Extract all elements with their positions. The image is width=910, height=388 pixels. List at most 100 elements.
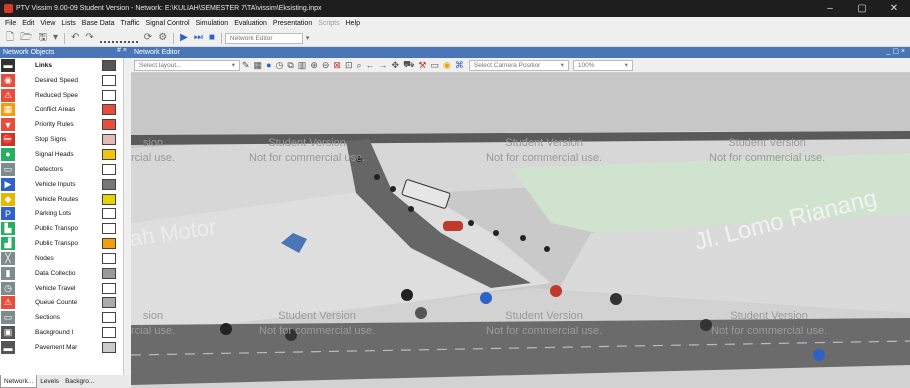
dropdown-arrow-icon[interactable]: ▾	[306, 35, 310, 42]
camera-position-select[interactable]: Select Camera Positior ▾	[468, 59, 569, 71]
menu-view[interactable]: View	[37, 20, 58, 27]
simulation-speed-slider[interactable]	[99, 34, 138, 43]
open-window-dropdown[interactable]: Network Editor	[224, 32, 303, 44]
network-object-row[interactable]: ◷ Vehicle Travel	[0, 281, 123, 296]
tab-levels[interactable]: Levels	[37, 375, 62, 388]
redo-icon[interactable]: ↷	[85, 33, 93, 43]
back-arrow-icon[interactable]: ←	[366, 60, 375, 70]
visibility-toggle[interactable]	[102, 193, 116, 205]
screenshot-icon[interactable]: ▭	[431, 60, 440, 71]
zoom-all-icon[interactable]: ⊡	[345, 60, 353, 71]
visibility-toggle[interactable]	[102, 223, 116, 235]
menu-scripts[interactable]: Scripts	[315, 20, 342, 27]
grid-icon[interactable]: ▦	[254, 60, 263, 71]
visibility-toggle[interactable]	[102, 59, 116, 71]
network-object-row[interactable]: ⚠ Queue Counte	[0, 296, 123, 311]
rotate-icon[interactable]: ◷	[276, 60, 284, 71]
layout-select[interactable]: Select layout... ▾	[134, 59, 240, 71]
undo-icon[interactable]: ↶	[71, 33, 79, 43]
forward-arrow-icon[interactable]: →	[379, 60, 388, 70]
visibility-toggle[interactable]	[102, 297, 116, 309]
close-button[interactable]: ✕	[878, 0, 910, 17]
network-object-row[interactable]: ▙ Public Transpo	[0, 221, 123, 236]
visibility-toggle[interactable]	[102, 282, 116, 294]
play-icon[interactable]: ▶	[180, 33, 188, 43]
network-object-row[interactable]: ⛔ Stop Signs	[0, 132, 123, 147]
network-object-row[interactable]: ▣ Background I	[0, 325, 123, 340]
network-object-row[interactable]: ▼ Priority Rules	[0, 117, 123, 132]
menu-base-data[interactable]: Base Data	[79, 20, 118, 27]
network-object-row[interactable]: ▦ Conflict Areas	[0, 103, 123, 118]
visibility-toggle[interactable]	[102, 148, 116, 160]
open-file-icon[interactable]: 🗁	[20, 33, 32, 43]
menu-lists[interactable]: Lists	[58, 20, 78, 27]
network-object-row[interactable]: ▟ Public Transpo	[0, 236, 123, 251]
step-icon[interactable]: ⏭	[194, 33, 203, 43]
panel-pin-close-icon[interactable]: # ×	[117, 47, 127, 54]
settings-gear-icon[interactable]: ⚙	[158, 33, 167, 43]
title-bar: PTV Vissim 9.00-09 Student Version - Net…	[0, 0, 910, 17]
visibility-toggle[interactable]	[102, 252, 116, 264]
visibility-toggle[interactable]	[102, 134, 116, 146]
menu-evaluation[interactable]: Evaluation	[231, 20, 270, 27]
visibility-toggle[interactable]	[102, 312, 116, 324]
stop-icon[interactable]: ■	[209, 33, 215, 43]
menu-simulation[interactable]: Simulation	[193, 20, 232, 27]
zoom-out-icon[interactable]: ⊖	[322, 60, 330, 71]
network-canvas-3d[interactable]: Jl. Lomo Rianang ah Motor sion rcial use.…	[131, 73, 910, 388]
new-file-icon[interactable]: 🗋	[6, 33, 14, 43]
zoom-window-icon[interactable]: ⊠	[333, 60, 341, 71]
network-object-row[interactable]: ╳ Nodes	[0, 251, 123, 266]
visibility-toggle[interactable]	[102, 327, 116, 339]
save-icon[interactable]: 🖫	[38, 33, 47, 43]
visibility-toggle[interactable]	[102, 119, 116, 131]
network-object-row[interactable]: P Parking Lots	[0, 207, 123, 222]
minimize-button[interactable]: –	[814, 0, 846, 17]
network-object-label: Parking Lots	[35, 210, 72, 218]
network-object-row[interactable]: ◉ Desired Speed	[0, 73, 123, 88]
visibility-toggle[interactable]	[102, 74, 116, 86]
network-object-row[interactable]: ▬ Pavement Mar	[0, 340, 123, 355]
3d-mode-icon[interactable]: ●	[266, 60, 271, 70]
tools-icon[interactable]: ⚒	[418, 60, 426, 71]
network-object-row[interactable]: ● Signal Heads	[0, 147, 123, 162]
camera-position-icon[interactable]: ⌘	[455, 60, 464, 71]
visibility-toggle[interactable]	[102, 342, 116, 354]
network-object-row[interactable]: ▶ Vehicle Inputs	[0, 177, 123, 192]
edit-pencil-icon[interactable]: ✎	[242, 60, 250, 71]
camera-icon[interactable]: ◉	[443, 60, 451, 71]
maximize-button[interactable]: ▢	[846, 0, 878, 17]
network-object-row[interactable]: ▭ Sections	[0, 310, 123, 325]
network-object-row[interactable]: ▮ Data Collectio	[0, 266, 123, 281]
zoom-level-select[interactable]: 100% ▾	[572, 59, 633, 71]
menu-file[interactable]: File	[2, 20, 19, 27]
menu-help[interactable]: Help	[343, 20, 363, 27]
zoom-in-icon[interactable]: ⊕	[310, 60, 318, 71]
search-icon[interactable]: ⌕	[357, 60, 362, 71]
tab-network-objects[interactable]: Network...	[0, 375, 38, 388]
copy-icon[interactable]: ⧉	[287, 60, 293, 71]
layers-icon[interactable]: ▥	[298, 60, 307, 71]
visibility-toggle[interactable]	[102, 163, 116, 175]
visibility-toggle[interactable]	[102, 208, 116, 220]
editor-window-controls[interactable]: _ ▢ ×	[887, 47, 905, 55]
network-object-row[interactable]: ⚠ Reduced Spee	[0, 88, 123, 103]
network-objects-scrollbar[interactable]	[123, 58, 131, 375]
vehicle-icon[interactable]: ⛟	[403, 59, 414, 71]
menu-traffic[interactable]: Traffic	[117, 20, 142, 27]
save-dropdown-icon[interactable]: ▾	[53, 33, 58, 43]
visibility-toggle[interactable]	[102, 178, 116, 190]
menu-edit[interactable]: Edit	[19, 20, 37, 27]
network-object-row[interactable]: ▬ Links	[0, 58, 123, 73]
visibility-toggle[interactable]	[102, 89, 116, 101]
visibility-toggle[interactable]	[102, 238, 116, 250]
menu-presentation[interactable]: Presentation	[270, 20, 315, 27]
network-object-row[interactable]: ▭ Detectors	[0, 162, 123, 177]
network-object-row[interactable]: ◆ Vehicle Routes	[0, 192, 123, 207]
pan-icon[interactable]: ✥	[392, 60, 400, 71]
tab-backgrounds[interactable]: Backgro...	[62, 375, 97, 388]
menu-signal-control[interactable]: Signal Control	[143, 20, 193, 27]
rotate-view-icon[interactable]: ⟳	[144, 33, 152, 43]
visibility-toggle[interactable]	[102, 104, 116, 116]
visibility-toggle[interactable]	[102, 267, 116, 279]
